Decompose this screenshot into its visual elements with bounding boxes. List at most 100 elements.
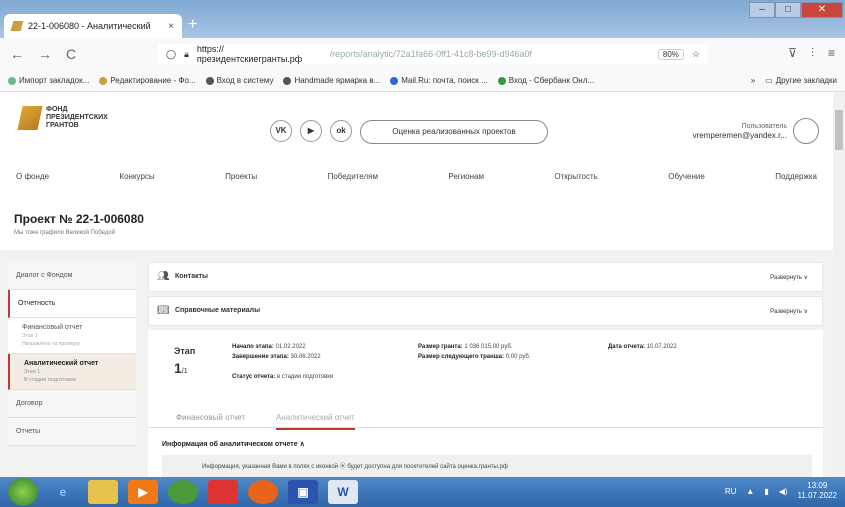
sidebar-item-reports[interactable]: Отчетность <box>8 290 136 318</box>
web-page: ФОНД ПРЕЗИДЕНТСКИХ ГРАНТОВ VK ▶ ok Оценк… <box>0 92 833 477</box>
social-links: VK ▶ ok <box>270 120 352 142</box>
other-bookmarks[interactable]: ▭ Другие закладки <box>765 76 837 85</box>
project-sidebar: Диалог с Фондом Отчетность Финансовый от… <box>8 262 136 446</box>
contacts-card[interactable]: 👥︎ Контакты Развернуть ∨ <box>148 262 823 292</box>
pocket-icon[interactable]: ⊽ <box>788 46 797 61</box>
site-favicon-icon <box>10 21 24 31</box>
stage-end: Завершение этапа: 30.06.2022 <box>232 354 321 360</box>
tab-title: 22-1-006080 - Аналитический <box>28 21 151 31</box>
bookmark-item[interactable]: Вход в систему <box>205 76 273 85</box>
logo-mark-icon <box>17 106 43 130</box>
window-controls: – □ ✕ <box>749 2 843 18</box>
system-tray: RU ▲ ▮ ◀) 13:09 11.07.2022 <box>725 481 837 501</box>
page-scrollbar[interactable] <box>833 92 845 477</box>
rating-projects-button[interactable]: Оценка реализованных проектов <box>360 120 548 144</box>
scrollbar-thumb[interactable] <box>835 110 843 150</box>
report-date: Дата отчета: 10.07.2022 <box>608 344 677 350</box>
bookmark-star-icon[interactable]: ☆ <box>692 49 700 60</box>
nav-item[interactable]: О фонде <box>16 172 49 181</box>
sidebar-item-contract[interactable]: Договор <box>8 390 136 418</box>
bookmark-item[interactable]: Импорт закладок... <box>8 76 89 85</box>
network-icon[interactable]: ▮ <box>764 487 768 496</box>
explorer-folder-icon[interactable] <box>88 480 118 504</box>
url-host: https://президентскиегранты.рф <box>196 44 303 64</box>
nav-item[interactable]: Победителям <box>328 172 378 181</box>
folder-icon: ▭ <box>765 76 773 85</box>
project-header: Проект № 22-1-006080 Мы тоже графили Вел… <box>14 212 144 236</box>
expand-contacts-button[interactable]: Развернуть ∨ <box>770 274 808 281</box>
bookmark-item[interactable]: Handmade ярмарка в... <box>283 76 380 85</box>
reload-icon[interactable]: C <box>66 46 76 62</box>
volume-icon[interactable]: ◀) <box>779 487 788 496</box>
stage-number: 1/1 <box>174 360 188 376</box>
window-close-button[interactable]: ✕ <box>801 2 843 18</box>
materials-title: Справочные материалы <box>175 307 261 314</box>
nav-item[interactable]: Открытость <box>554 172 597 181</box>
browser-tab[interactable]: 22-1-006080 - Аналитический × <box>4 14 182 38</box>
firefox-icon[interactable] <box>248 480 278 504</box>
main-nav: О фонде Конкурсы Проекты Победителям Рег… <box>0 172 833 181</box>
grant-size: Размер гранта: 1 036 015,00 руб. <box>418 344 513 350</box>
sidebar-item-dialog[interactable]: Диалог с Фондом <box>8 262 136 290</box>
stage-start: Начало этапа: 01.02.2022 <box>232 344 306 350</box>
save-app-icon[interactable]: ▣ <box>288 480 318 504</box>
youtube-icon[interactable]: ▶ <box>300 120 322 142</box>
report-tabs: Финансовый отчет Аналитический отчет <box>148 406 823 430</box>
shield-icon: ◯ <box>166 48 177 59</box>
stage-label: Этап <box>174 346 196 356</box>
contacts-title: Контакты <box>175 273 209 280</box>
tab-close-icon[interactable]: × <box>168 21 174 32</box>
bookmark-item[interactable]: Редактирование - Фо... <box>99 76 196 85</box>
stage-panel: Этап 1/1 Начало этапа: 01.02.2022 Заверш… <box>148 330 823 477</box>
zoom-indicator[interactable]: 80% <box>657 48 684 60</box>
expand-materials-button[interactable]: Развернуть ∨ <box>770 308 808 315</box>
start-button[interactable] <box>8 478 38 506</box>
word-icon[interactable]: W <box>328 480 358 504</box>
store-icon[interactable] <box>208 480 238 504</box>
forward-icon[interactable]: → <box>38 46 52 62</box>
sidebar-subitem-financial[interactable]: Финансовый отчет Этап 1 Направлено на пр… <box>8 318 136 354</box>
maximize-button[interactable]: □ <box>775 2 801 18</box>
bookmark-item[interactable]: Вход - Сбербанк Онл... <box>497 76 594 85</box>
back-icon[interactable]: ← <box>10 46 24 62</box>
nav-item[interactable]: Поддержка <box>775 172 817 181</box>
tab-analytic-report[interactable]: Аналитический отчет <box>276 413 355 430</box>
sidebar-item-reports-list[interactable]: Отчеты <box>8 418 136 446</box>
materials-card[interactable]: 📖︎ Справочные материалы Развернуть ∨ <box>148 296 823 326</box>
nav-item[interactable]: Обучение <box>668 172 705 181</box>
vk-icon[interactable]: VK <box>270 120 292 142</box>
user-label: Пользователь <box>741 122 787 130</box>
new-tab-button[interactable]: + <box>188 16 197 34</box>
chrome-icon[interactable] <box>168 480 198 504</box>
menu-icon[interactable]: ≡ <box>828 46 835 61</box>
odnoklassniki-icon[interactable]: ok <box>330 120 352 142</box>
minimize-button[interactable]: – <box>749 2 775 18</box>
people-icon: 👥︎ <box>157 271 170 282</box>
user-menu[interactable]: Пользователь vremperemen@yandex.r... <box>693 118 819 144</box>
user-email: vremperemen@yandex.r... <box>692 130 787 140</box>
bookmark-item[interactable]: Mail.Ru: почта, поиск ... <box>390 76 488 85</box>
clock[interactable]: 13:09 11.07.2022 <box>798 481 837 501</box>
avatar-icon[interactable] <box>793 118 819 144</box>
windows-taskbar: e ▶ ▣ W RU ▲ ▮ ◀) 13:09 11.07.2022 <box>0 477 845 507</box>
nav-item[interactable]: Проекты <box>225 172 257 181</box>
language-indicator[interactable]: RU <box>725 487 737 496</box>
site-logo[interactable]: ФОНД ПРЕЗИДЕНТСКИХ ГРАНТОВ <box>17 106 108 130</box>
bookmarks-overflow[interactable]: » <box>751 76 755 85</box>
address-bar[interactable]: ◯ 🔒︎ https://президентскиегранты.рф/repo… <box>158 44 708 64</box>
next-tranche: Размер следующего транша: 0,00 руб. <box>418 354 531 360</box>
tray-arrow-icon[interactable]: ▲ <box>746 487 754 496</box>
toolbar-right: ⊽ ⫶ ≡ <box>788 46 835 61</box>
extensions-icon[interactable]: ⫶ <box>811 46 814 61</box>
info-section-header[interactable]: Информация об аналитическом отчете ∧ <box>162 440 305 448</box>
nav-item[interactable]: Регионам <box>448 172 484 181</box>
player-icon[interactable]: ▶ <box>128 480 158 504</box>
lock-icon[interactable]: 🔒︎ <box>184 49 189 60</box>
tab-financial-report[interactable]: Финансовый отчет <box>176 413 245 422</box>
nav-item[interactable]: Конкурсы <box>119 172 154 181</box>
sidebar-subitem-analytic[interactable]: Аналитический отчет Этап 1 В стадии подг… <box>8 354 136 390</box>
page-title: Проект № 22-1-006080 <box>14 212 144 226</box>
bookmarks-bar: Импорт закладок... Редактирование - Фо..… <box>0 70 845 92</box>
internet-explorer-icon[interactable]: e <box>48 480 78 504</box>
browser-tabstrip: 22-1-006080 - Аналитический × + – □ ✕ <box>0 0 845 38</box>
